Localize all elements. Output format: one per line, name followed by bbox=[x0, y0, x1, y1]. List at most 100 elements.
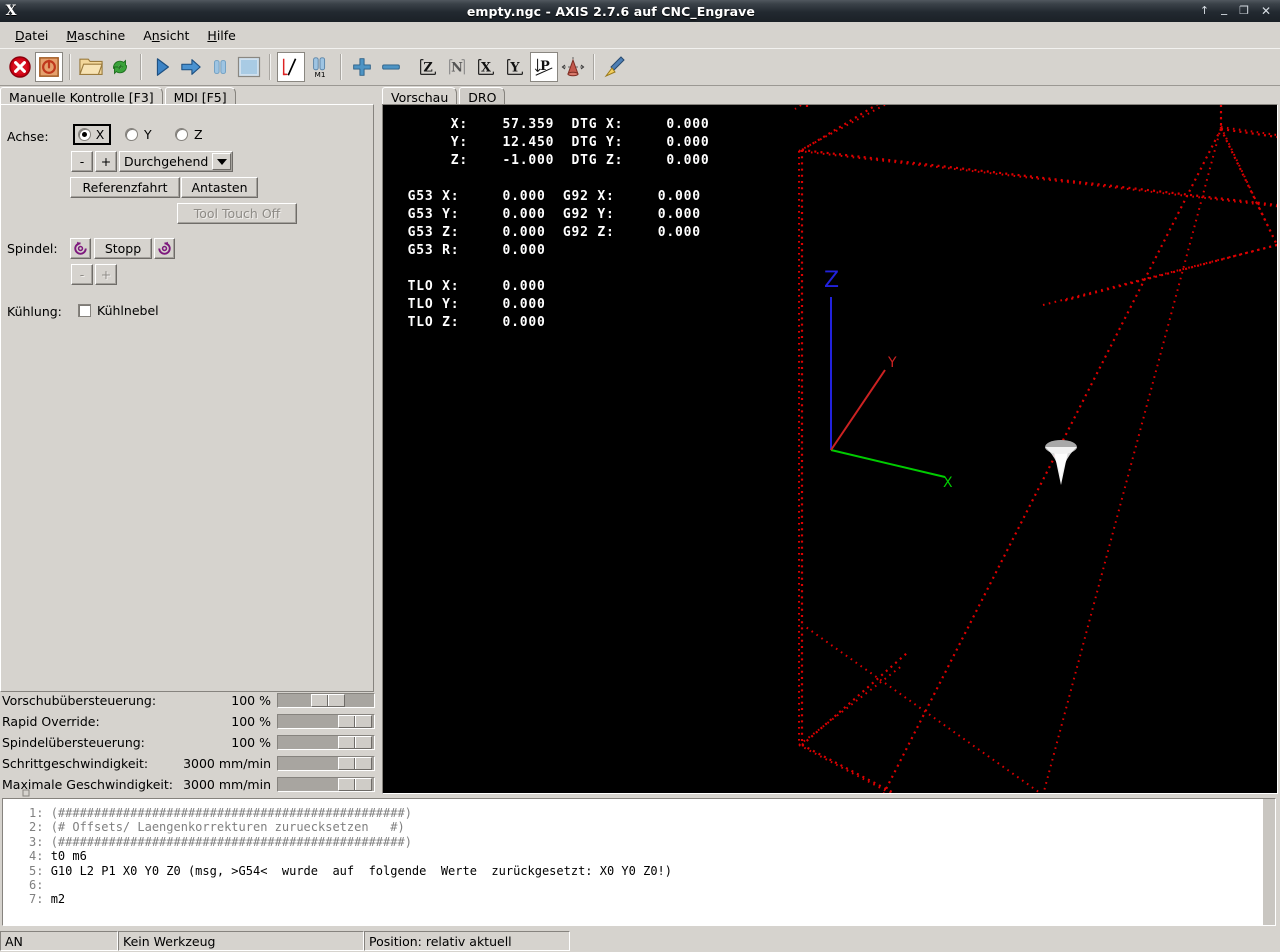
menu-item-datei[interactable]: DDateiatei bbox=[6, 25, 57, 46]
jog-speed-thumb[interactable] bbox=[338, 757, 372, 770]
coolant-label: Kühlung: bbox=[7, 304, 62, 319]
maximize-button[interactable]: ❐ bbox=[1239, 5, 1249, 17]
gcode-line[interactable]: 6: bbox=[29, 878, 672, 892]
jog-increment-select[interactable]: Durchgehend bbox=[119, 151, 234, 172]
machine-power-button[interactable] bbox=[35, 52, 63, 82]
jog-speed-slider[interactable] bbox=[277, 756, 375, 771]
mist-coolant-checkbox[interactable]: Kühlnebel bbox=[78, 303, 159, 318]
gcode-line-number: 7: bbox=[29, 892, 51, 907]
gcode-line-text: (#######################################… bbox=[50, 806, 412, 820]
view-z-button[interactable]: Z bbox=[414, 52, 442, 82]
axis-radio-x[interactable]: X bbox=[70, 124, 114, 145]
tab-mdi[interactable]: MDI [F5] bbox=[164, 87, 236, 105]
menu-item-ansicht[interactable]: Ansicht bbox=[134, 25, 198, 46]
open-file-button[interactable] bbox=[77, 52, 105, 82]
estop-toggle-button[interactable] bbox=[6, 52, 34, 82]
reload-file-button[interactable] bbox=[106, 52, 134, 82]
axis-x-label: X bbox=[95, 127, 105, 142]
minimize-button[interactable]: _ bbox=[1221, 2, 1227, 14]
zoom-out-button[interactable] bbox=[377, 52, 405, 82]
main-toolbar: M1 Z N X Y P bbox=[0, 48, 1280, 86]
folder-icon bbox=[79, 58, 103, 75]
gcode-line-number: 2: bbox=[29, 820, 51, 835]
view-y-button[interactable]: Y bbox=[501, 52, 529, 82]
view-z2-button[interactable]: N bbox=[443, 52, 471, 82]
tab-vorschau[interactable]: Vorschau bbox=[382, 87, 458, 105]
gcode-line-text: m2 bbox=[50, 892, 66, 907]
axis-z-label-icon: Z bbox=[824, 268, 839, 293]
step-program-button[interactable] bbox=[177, 52, 205, 82]
gcode-line[interactable]: 3: (####################################… bbox=[29, 835, 672, 849]
spindle-override-slider[interactable] bbox=[277, 735, 375, 750]
menu-item-hilfe[interactable]: Hilfe bbox=[198, 25, 244, 46]
gcode-line-text: (# Offsets/ Laengenkorrekturen zurueckse… bbox=[50, 820, 405, 835]
axis-radio-z[interactable]: Z bbox=[175, 127, 203, 142]
gcode-line[interactable]: 1: (####################################… bbox=[29, 806, 672, 820]
gcode-line[interactable]: 7: m2 bbox=[29, 892, 672, 906]
run-program-button[interactable] bbox=[148, 52, 176, 82]
power-icon bbox=[39, 57, 59, 77]
toolbar-separator bbox=[140, 54, 142, 80]
spindle-override-label: Spindelübersteuerung: bbox=[2, 734, 145, 750]
gcode-line-number: 3: bbox=[29, 834, 51, 849]
status-bar: AN Kein Werkzeug Position: relativ aktue… bbox=[0, 930, 1280, 952]
clear-plot-button[interactable] bbox=[601, 52, 629, 82]
shade-button[interactable]: ↑ bbox=[1200, 5, 1209, 17]
rapid-override-slider[interactable] bbox=[277, 714, 375, 729]
axis-z-radio-indicator bbox=[175, 128, 188, 141]
rapid-override-thumb[interactable] bbox=[338, 715, 372, 728]
spindle-ccw-button[interactable] bbox=[70, 238, 91, 259]
toggle-tool-cone-button[interactable] bbox=[559, 52, 587, 82]
tab-manual-control[interactable]: Manuelle Kontrolle [F3] bbox=[0, 87, 163, 105]
view-x-button[interactable]: X bbox=[472, 52, 500, 82]
zoom-in-button[interactable] bbox=[348, 52, 376, 82]
gcode-preview-canvas[interactable]: X: 57.359 DTG X: 0.000 Y: 12.450 DTG Y: … bbox=[382, 104, 1278, 794]
axis-application-window: X empty.ngc - AXIS 2.7.6 auf CNC_Engrave… bbox=[0, 0, 1280, 952]
view-z2-icon: N bbox=[449, 59, 465, 76]
axis-z-label: Z bbox=[194, 127, 203, 142]
step-icon bbox=[181, 59, 201, 75]
left-tab-row: Manuelle Kontrolle [F3] MDI [F5] bbox=[0, 86, 236, 105]
view-p-button[interactable]: P bbox=[530, 52, 558, 82]
view-z-icon: Z bbox=[420, 59, 436, 76]
gcode-scrollbar[interactable] bbox=[1263, 799, 1275, 925]
slider-row-max-velocity: Maximale Geschwindigkeit: 3000 mm/min bbox=[0, 774, 378, 794]
toggle-optional-stop-button[interactable]: M1 bbox=[306, 52, 334, 82]
override-sliders: Vorschubübersteuerung: 100 % Rapid Overr… bbox=[0, 690, 378, 794]
current-tool: Kein Werkzeug bbox=[118, 931, 364, 951]
feed-override-thumb[interactable] bbox=[311, 694, 345, 707]
touch-off-button[interactable]: Antasten bbox=[181, 177, 258, 198]
stop-icon bbox=[237, 56, 261, 78]
pause-program-button[interactable] bbox=[206, 52, 234, 82]
spindle-stop-button[interactable]: Stopp bbox=[94, 238, 152, 259]
max-velocity-thumb[interactable] bbox=[338, 778, 372, 791]
x-logo-icon: X bbox=[5, 3, 17, 19]
axis-radio-y[interactable]: Y bbox=[125, 127, 152, 142]
feed-override-slider[interactable] bbox=[277, 693, 375, 708]
spindle-cw-button[interactable] bbox=[154, 238, 175, 259]
max-velocity-slider[interactable] bbox=[277, 777, 375, 792]
spindle-override-thumb[interactable] bbox=[338, 736, 372, 749]
spindle-override-value: 100 % bbox=[231, 734, 271, 750]
menu-item-maschine[interactable]: Maschine bbox=[57, 25, 134, 46]
reload-icon bbox=[113, 59, 127, 75]
spindle-cw-icon bbox=[158, 241, 171, 255]
jog-plus-button[interactable]: + bbox=[95, 151, 117, 172]
gcode-line[interactable]: 4: t0 m6 bbox=[29, 849, 672, 863]
spindle-ccw-icon bbox=[74, 241, 87, 255]
jog-increment-arrow[interactable] bbox=[212, 153, 232, 170]
feed-override-value: 100 % bbox=[231, 692, 271, 708]
close-button[interactable]: ✕ bbox=[1261, 5, 1271, 17]
gcode-listing[interactable]: 1: (####################################… bbox=[2, 798, 1276, 926]
stop-program-button[interactable] bbox=[235, 52, 263, 82]
jog-minus-button[interactable]: - bbox=[71, 151, 93, 172]
gcode-line[interactable]: 2: (# Offsets/ Laengenkorrekturen zuruec… bbox=[29, 820, 672, 834]
svg-text:X: X bbox=[481, 61, 491, 76]
toggle-skip-lines-button[interactable] bbox=[277, 52, 305, 82]
svg-text:N: N bbox=[451, 61, 463, 76]
gcode-line[interactable]: 5: G10 L2 P1 X0 Y0 Z0 (msg, >G54< wurde … bbox=[29, 864, 672, 878]
estop-icon bbox=[9, 56, 31, 78]
preview-pane: Vorschau DRO X: 57.359 DTG X: 0.000 Y: 1… bbox=[380, 86, 1280, 794]
home-axis-button[interactable]: Referenzfahrt bbox=[70, 177, 180, 198]
tab-dro[interactable]: DRO bbox=[459, 87, 506, 105]
